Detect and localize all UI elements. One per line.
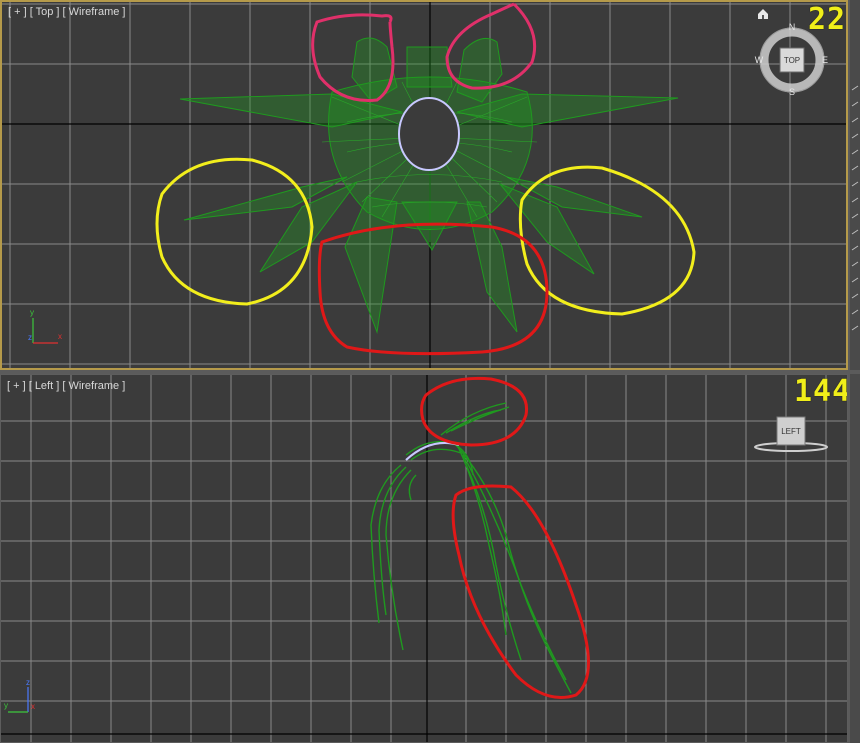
home-icon[interactable] — [758, 9, 768, 19]
gizmo-z-label: z — [26, 678, 30, 687]
annotation-red-top — [420, 376, 529, 447]
left-viewport-label[interactable]: [ + ] [ Left ] [ Wireframe ] — [7, 380, 125, 392]
left-side-strip — [850, 374, 860, 743]
gizmo-y-label: y — [30, 308, 34, 317]
viewcube-face-label: TOP — [784, 56, 800, 65]
left-viewport[interactable]: z y x LEFT [ + ] [ Left ] [ Wireframe ] … — [0, 374, 848, 743]
left-frame-counter: 144 — [794, 374, 848, 409]
left-annotations — [420, 376, 590, 699]
top-viewport-label[interactable]: [ + ] [ Top ] [ Wireframe ] — [8, 6, 125, 18]
top-viewport[interactable]: y x z TOP N S E W [ + ] [ Top ] [ Wirefr… — [0, 0, 848, 370]
gizmo-x-label: x — [58, 332, 62, 341]
left-grid: z y x LEFT — [1, 375, 847, 742]
gizmo-y-label: y — [4, 701, 8, 710]
compass-n: N — [789, 22, 796, 32]
top-frame-counter: 22 — [808, 2, 847, 37]
top-side-strip — [850, 0, 860, 370]
viewcube-left-icon[interactable]: LEFT — [754, 416, 828, 452]
left-axis-gizmo: z y x — [4, 678, 35, 713]
left-world-axes — [1, 375, 847, 742]
top-flower-mesh — [179, 37, 679, 334]
left-grid-lines — [1, 375, 847, 742]
strip-dots — [851, 85, 859, 331]
annotation-red-stem — [451, 484, 590, 699]
top-grid: y x z TOP N S E W — [2, 2, 846, 368]
viewcube-face-label: LEFT — [781, 427, 801, 436]
compass-e: E — [822, 55, 828, 65]
top-axis-gizmo: y x z — [28, 308, 62, 344]
compass-w: W — [755, 55, 764, 65]
gizmo-x-label: x — [31, 702, 35, 711]
gizmo-z-label: z — [28, 333, 32, 342]
compass-s: S — [789, 87, 795, 97]
